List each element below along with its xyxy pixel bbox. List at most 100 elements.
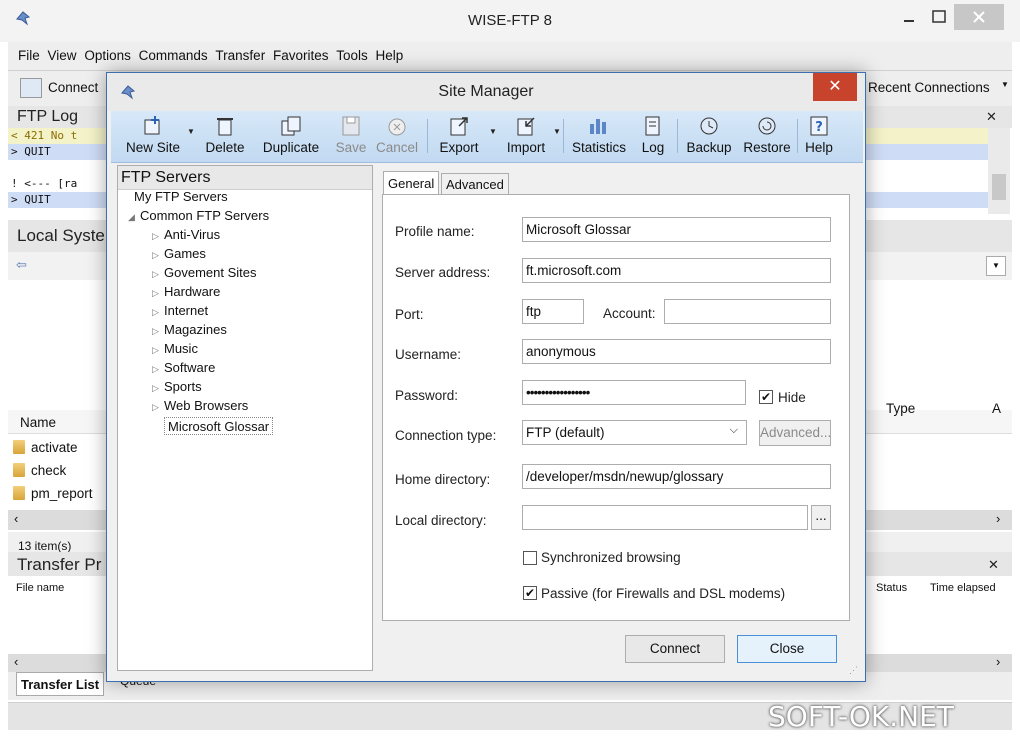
tree-item-category[interactable]: ▷ Magazines [152,321,227,339]
menu-options[interactable]: Options [84,48,131,63]
local-directory-field[interactable] [522,505,808,530]
tree-item-category[interactable]: ▷ Games [152,245,206,263]
collapsed-arrow-icon[interactable]: ▷ [152,322,164,340]
column-file-name[interactable]: File name [16,582,64,594]
tree-item-category[interactable]: ▷ Music [152,340,198,358]
scroll-left-icon[interactable]: ‹ [14,511,18,526]
cancel-button[interactable]: Cancel [373,113,421,161]
synchronized-browsing-checkbox[interactable] [523,551,537,565]
transfer-close-icon[interactable]: ✕ [988,557,999,573]
tree-item-category[interactable]: ▷ Govement Sites [152,264,257,282]
connect-button[interactable]: Connect [625,635,725,663]
recent-dropdown-icon[interactable]: ▼ [1001,80,1009,89]
tree-item-category[interactable]: ▷ Software [152,359,215,377]
minimize-icon[interactable] [896,4,922,30]
list-item[interactable]: pm_report [8,482,108,505]
import-button[interactable]: Import [497,113,555,161]
collapsed-arrow-icon[interactable]: ▷ [152,227,164,245]
menu-view[interactable]: View [48,48,77,63]
collapsed-arrow-icon[interactable]: ▷ [152,379,164,397]
duplicate-icon [257,113,325,139]
new-site-dropdown-icon[interactable]: ▼ [187,127,195,136]
new-site-button[interactable]: New Site [121,113,185,161]
connection-type-select[interactable]: FTP (default) ⌵ [522,420,747,445]
path-dropdown-icon[interactable]: ▼ [986,256,1006,276]
restore-button[interactable]: Restore [739,113,795,161]
collapsed-arrow-icon[interactable]: ▷ [152,398,164,416]
menu-commands[interactable]: Commands [139,48,208,63]
backup-button[interactable]: Backup [681,113,737,161]
tree-item-common-servers[interactable]: ◢ Common FTP Servers [128,207,269,225]
export-dropdown-icon[interactable]: ▼ [489,127,497,136]
password-field[interactable]: ••••••••••••••••• [522,380,746,405]
menu-tools[interactable]: Tools [336,48,368,63]
server-address-field[interactable]: ft.microsoft.com [522,258,831,283]
log-button[interactable]: Log [637,113,669,161]
resize-grip-icon[interactable]: ⋰ [849,665,858,676]
list-item[interactable]: activate [8,436,108,459]
advanced-button[interactable]: Advanced... [759,420,831,446]
tab-transfer-list[interactable]: Transfer List [16,672,105,696]
expanded-arrow-icon[interactable]: ◢ [128,208,140,226]
back-icon[interactable]: ⇦ [16,257,27,273]
save-button[interactable]: Save [333,113,369,161]
tree-item-category[interactable]: ▷ Hardware [152,283,220,301]
tree-item-my-servers[interactable]: My FTP Servers [134,188,228,206]
dialog-close-icon[interactable]: ✕ [813,73,857,101]
ftp-log-close-icon[interactable]: ✕ [986,109,997,125]
menu-favorites[interactable]: Favorites [273,48,329,63]
collapsed-arrow-icon[interactable]: ▷ [152,341,164,359]
column-name[interactable]: Name [20,415,56,430]
collapsed-arrow-icon[interactable]: ▷ [152,246,164,264]
collapsed-arrow-icon[interactable]: ▷ [152,284,164,302]
list-item[interactable]: check [8,459,108,482]
import-dropdown-icon[interactable]: ▼ [553,127,561,136]
connect-button[interactable]: Connect [48,80,98,95]
menu-transfer[interactable]: Transfer [215,48,265,63]
tab-general[interactable]: General [383,171,440,196]
restore-icon [739,113,795,139]
collapsed-arrow-icon[interactable]: ▷ [152,265,164,283]
tree-item-selected-site[interactable]: Microsoft Glossar [164,417,274,435]
delete-button[interactable]: Delete [199,113,251,161]
tree-item-category[interactable]: ▷ Internet [152,302,208,320]
port-label: Port: [395,307,424,322]
toolbar-separator [797,119,798,153]
duplicate-button[interactable]: Duplicate [257,113,325,161]
export-button[interactable]: Export [431,113,487,161]
column-attr[interactable]: A [992,401,1001,416]
profile-name-field[interactable]: Microsoft Glossar [522,217,831,242]
scroll-right-icon[interactable]: › [996,511,1000,526]
statistics-button[interactable]: Statistics [567,113,631,161]
dialog-title-bar: Site Manager ✕ [107,73,865,111]
log-scrollbar[interactable] [988,128,1010,214]
menu-help[interactable]: Help [376,48,404,63]
maximize-icon[interactable] [926,4,952,30]
transfer-title: Transfer Pr [17,555,102,574]
close-window-icon[interactable] [954,4,1004,30]
scroll-left-icon[interactable]: ‹ [14,654,18,669]
tree-item-category[interactable]: ▷ Anti-Virus [152,226,220,244]
username-field[interactable]: anonymous [522,339,831,364]
column-time-elapsed[interactable]: Time elapsed [930,582,996,594]
tab-advanced[interactable]: Advanced [441,173,509,195]
help-button[interactable]: ? Help [801,113,837,161]
tree-item-category[interactable]: ▷ Web Browsers [152,397,248,415]
close-button[interactable]: Close [737,635,837,663]
hide-checkbox[interactable]: ✔ [759,390,773,404]
menu-file[interactable]: File [18,48,40,63]
connection-type-label: Connection type: [395,428,497,443]
tree-item-category[interactable]: ▷ Sports [152,378,202,396]
home-directory-field[interactable]: /developer/msdn/newup/glossary [522,464,831,489]
collapsed-arrow-icon[interactable]: ▷ [152,303,164,321]
import-icon [497,113,555,139]
browse-button[interactable]: ... [811,505,831,530]
column-status[interactable]: Status [876,582,907,594]
passive-checkbox[interactable]: ✔ [523,586,537,600]
column-type[interactable]: Type [886,401,915,416]
port-field[interactable]: ftp [522,299,584,324]
scroll-right-icon[interactable]: › [996,654,1000,669]
collapsed-arrow-icon[interactable]: ▷ [152,360,164,378]
recent-connections-button[interactable]: Recent Connections [868,80,990,95]
account-field[interactable] [664,299,831,324]
